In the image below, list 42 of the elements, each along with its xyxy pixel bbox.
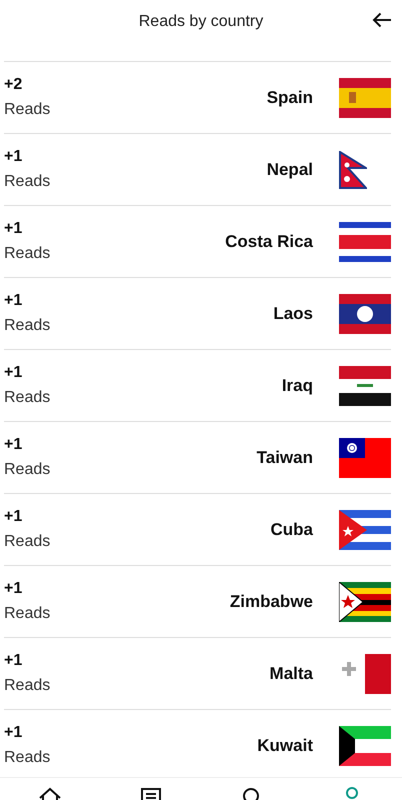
- read-count: +1: [4, 220, 24, 238]
- country-name: Iraq: [282, 376, 313, 396]
- reads-label: Reads: [4, 605, 52, 623]
- reads-label: Reads: [4, 389, 52, 407]
- read-count: +1: [4, 436, 24, 454]
- flag-icon: [339, 222, 391, 262]
- read-count: +1: [4, 652, 24, 670]
- read-count: +2: [4, 76, 24, 94]
- read-count: +1: [4, 148, 24, 166]
- reads-label: Reads: [4, 173, 52, 191]
- back-arrow-icon[interactable]: [372, 12, 392, 28]
- country-name: Malta: [270, 664, 313, 684]
- flag-icon: [339, 582, 391, 622]
- reads-label: Reads: [4, 749, 52, 767]
- read-count: +1: [4, 364, 24, 382]
- read-count: +1: [4, 292, 24, 310]
- reads-label: Reads: [4, 533, 52, 551]
- flag-icon: [339, 150, 367, 188]
- reads-label: Reads: [4, 677, 52, 695]
- read-count: +1: [4, 508, 24, 526]
- flag-icon: [339, 78, 391, 118]
- country-name: Zimbabwe: [230, 592, 313, 612]
- country-name: Spain: [266, 88, 313, 108]
- read-count: +1: [4, 724, 24, 742]
- flag-icon: [339, 366, 391, 406]
- reads-label: Reads: [4, 317, 52, 335]
- flag-icon: [339, 294, 391, 334]
- country-name: Taiwan: [256, 448, 313, 468]
- flag-icon: [339, 654, 391, 694]
- flag-icon: [339, 726, 391, 766]
- country-name: Cuba: [270, 520, 313, 540]
- flag-icon: [339, 510, 391, 550]
- reads-label: Reads: [4, 101, 52, 119]
- flag-icon: [339, 438, 391, 478]
- country-name: Laos: [273, 304, 313, 324]
- reads-label: Reads: [4, 245, 52, 263]
- read-count: +1: [4, 580, 24, 598]
- page-title: Reads by country: [138, 13, 264, 31]
- country-name: Nepal: [266, 160, 313, 180]
- reads-label: Reads: [4, 461, 52, 479]
- country-name: Kuwait: [257, 736, 313, 756]
- country-name: Costa Rica: [225, 232, 313, 252]
